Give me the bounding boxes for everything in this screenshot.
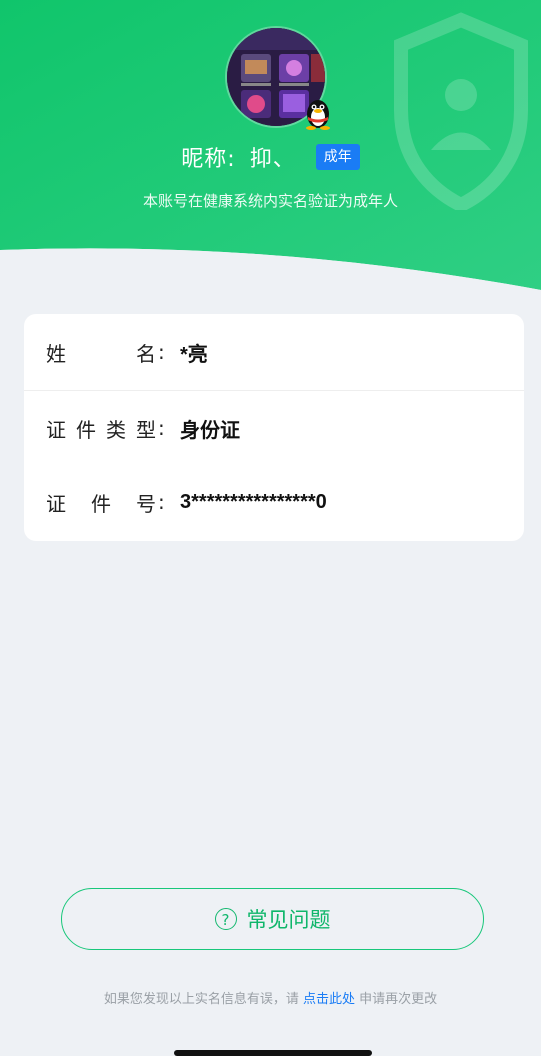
footer-suffix: 申请再次更改 [359, 992, 438, 1007]
header: 昵称: 抑、 成年 本账号在健康系统内实名验证为成年人 [0, 0, 541, 290]
faq-label: 常见问题 [246, 908, 331, 932]
click-here-link[interactable]: 点击此处 [303, 992, 355, 1007]
adult-badge: 成年 [315, 144, 360, 170]
info-row-id-number: 证 件 号 : 3****************0 [24, 464, 524, 540]
info-row-id-type: 证 件 类 型 : 身份证 [24, 390, 524, 466]
verification-text: 本账号在健康系统内实名验证为成年人 [142, 192, 398, 210]
footer-prefix: 如果您发现以上实名信息有误，请 [103, 992, 299, 1007]
info-value-id-number: 3****************0 [180, 490, 327, 513]
info-label-id-number: 证 件 号 [46, 491, 156, 516]
footer-note: 如果您发现以上实名信息有误，请 点击此处 申请再次更改 [0, 988, 541, 1007]
qq-penguin-icon [306, 100, 330, 130]
info-value-name: *亮 [180, 343, 208, 366]
home-indicator[interactable] [174, 1050, 372, 1056]
info-row-name: 姓 名 : *亮 [24, 314, 524, 391]
shield-icon [394, 12, 528, 210]
info-label-name: 姓 名 [46, 341, 156, 366]
nickname-label: 昵称: [181, 147, 236, 172]
faq-button[interactable]: ? 常见问题 [61, 888, 484, 950]
nickname-value: 抑、 [249, 147, 296, 172]
nickname-row: 昵称: 抑、 成年 [0, 140, 541, 174]
info-label-id-type: 证 件 类 型 [46, 417, 156, 442]
identity-info-card: 姓 名 : *亮 证 件 类 型 : 身份证 证 件 号 : 3********… [24, 314, 524, 541]
avatar[interactable] [227, 28, 330, 130]
real-name-verification-page: 昵称: 抑、 成年 本账号在健康系统内实名验证为成年人 姓 名 : *亮 证 件… [0, 0, 541, 1056]
info-value-id-type: 身份证 [180, 419, 240, 442]
question-circle-icon: ? [214, 908, 237, 930]
